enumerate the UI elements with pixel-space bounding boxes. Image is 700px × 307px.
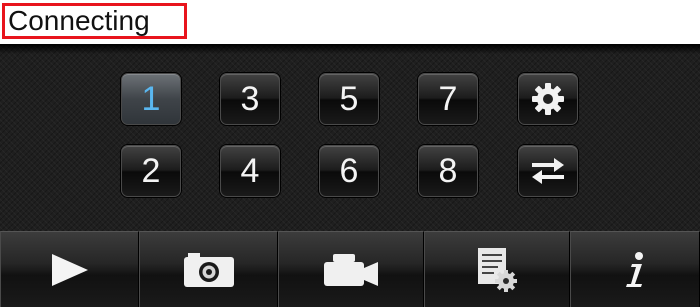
channel-2-button[interactable]: 2 <box>121 145 181 197</box>
info-icon <box>626 251 643 287</box>
channel-6-button[interactable]: 6 <box>319 145 379 197</box>
channel-4-button[interactable]: 4 <box>220 145 280 197</box>
channel-4-label: 4 <box>240 152 260 190</box>
channel-3-label: 3 <box>240 80 260 118</box>
device-settings-button[interactable] <box>424 231 570 307</box>
gear-icon <box>532 83 564 115</box>
channel-5-button[interactable]: 5 <box>319 73 379 125</box>
bottom-toolbar <box>0 231 700 307</box>
channel-3-button[interactable]: 3 <box>220 73 280 125</box>
panel-top-shadow <box>0 44 700 54</box>
channel-1-button[interactable]: 1 <box>121 73 181 125</box>
channel-7-button[interactable]: 7 <box>418 73 478 125</box>
status-bar: Connecting <box>0 0 700 44</box>
channel-1-label: 1 <box>141 80 161 118</box>
channel-8-label: 8 <box>438 152 458 190</box>
connection-status: Connecting <box>8 5 150 36</box>
channel-5-label: 5 <box>339 80 359 118</box>
record-button[interactable] <box>278 231 424 307</box>
play-button[interactable] <box>0 231 139 307</box>
info-button[interactable] <box>570 231 700 307</box>
settings-list-icon <box>478 247 517 292</box>
channel-6-label: 6 <box>339 152 359 190</box>
play-icon <box>51 253 88 286</box>
camera-icon <box>183 252 234 287</box>
channel-8-button[interactable]: 8 <box>418 145 478 197</box>
settings-button[interactable] <box>518 73 578 125</box>
switch-view-button[interactable] <box>518 145 578 197</box>
snapshot-button[interactable] <box>139 231 278 307</box>
channel-2-label: 2 <box>141 152 161 190</box>
video-camera-icon <box>324 253 378 286</box>
swap-arrows-icon <box>532 158 564 184</box>
channel-7-label: 7 <box>438 80 458 118</box>
